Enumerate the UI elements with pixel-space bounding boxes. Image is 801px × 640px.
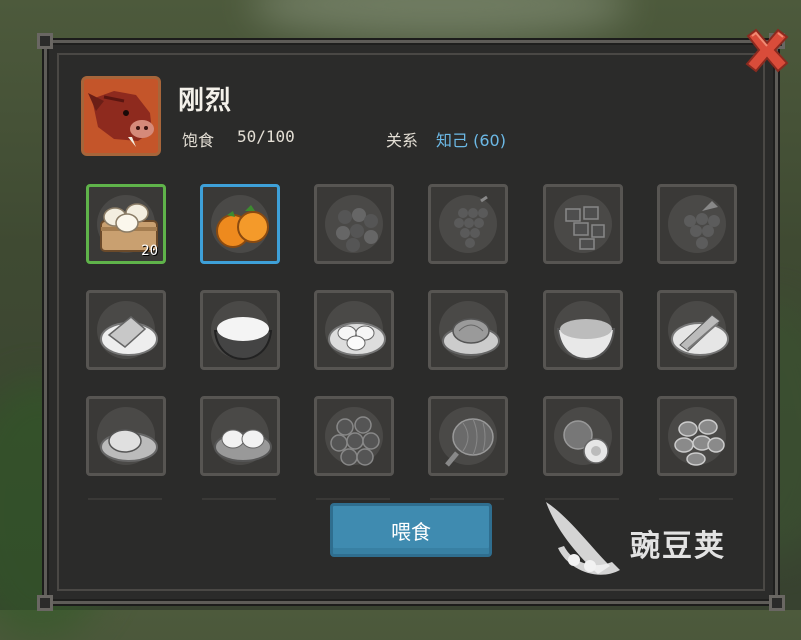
fish-plate-icon bbox=[671, 314, 729, 356]
close-button[interactable] bbox=[742, 26, 792, 76]
food-slot[interactable] bbox=[200, 184, 280, 264]
roast-leg-icon bbox=[445, 418, 494, 467]
divider bbox=[202, 498, 276, 500]
rice-bowl-icon bbox=[213, 317, 273, 361]
food-slot[interactable] bbox=[428, 396, 508, 476]
grapes-icon bbox=[454, 195, 488, 248]
flatbread-plate-icon bbox=[100, 316, 158, 356]
divider bbox=[316, 498, 390, 500]
satiety-label: 饱食 bbox=[182, 131, 215, 150]
food-slot[interactable] bbox=[314, 290, 394, 370]
food-slot[interactable] bbox=[657, 290, 737, 370]
grape-bunch-icon bbox=[684, 201, 720, 249]
food-slot[interactable] bbox=[314, 184, 394, 264]
feed-button[interactable]: 喂食 bbox=[330, 503, 492, 557]
bread-plate-icon bbox=[100, 429, 158, 462]
food-slot[interactable] bbox=[543, 396, 623, 476]
food-slot[interactable] bbox=[543, 184, 623, 264]
food-slot[interactable] bbox=[86, 396, 166, 476]
divider bbox=[659, 498, 733, 500]
feed-button-label: 喂食 bbox=[391, 519, 431, 544]
berries-icon bbox=[336, 208, 378, 252]
watermark-text: 豌豆荚 bbox=[630, 529, 726, 564]
watermark-logo bbox=[546, 502, 620, 575]
boar-icon bbox=[84, 79, 158, 153]
buns-plate-icon bbox=[214, 429, 272, 462]
panel-corner bbox=[37, 595, 53, 611]
cabbage-plate-icon bbox=[442, 318, 500, 356]
food-slot[interactable] bbox=[428, 184, 508, 264]
item-count: 20 bbox=[141, 243, 158, 259]
cookies-plate-icon bbox=[674, 419, 725, 466]
panel-corner bbox=[769, 595, 785, 611]
tangerine-icon bbox=[216, 205, 269, 248]
close-icon bbox=[745, 28, 789, 73]
food-slot[interactable] bbox=[200, 396, 280, 476]
sliced-fruit-icon bbox=[563, 420, 609, 464]
food-slot[interactable] bbox=[657, 396, 737, 476]
divider bbox=[430, 498, 504, 500]
relation-label: 关系 bbox=[386, 131, 419, 150]
pet-avatar bbox=[81, 76, 161, 156]
food-slot[interactable] bbox=[200, 290, 280, 370]
divider bbox=[88, 498, 162, 500]
background-sky bbox=[250, 0, 630, 40]
soup-bowl-icon bbox=[556, 319, 616, 361]
food-slot[interactable] bbox=[657, 184, 737, 264]
food-slot[interactable] bbox=[428, 290, 508, 370]
food-slot[interactable] bbox=[314, 396, 394, 476]
meatballs-plate-icon bbox=[330, 416, 380, 466]
food-slot[interactable]: 20 bbox=[86, 184, 166, 264]
food-slot[interactable] bbox=[86, 290, 166, 370]
dumplings-plate-icon bbox=[328, 322, 386, 356]
mixed-fruit-icon bbox=[565, 206, 605, 250]
satiety-value: 50/100 bbox=[237, 127, 295, 146]
relation-value: 知己 (60) bbox=[436, 131, 506, 150]
panel-corner bbox=[37, 33, 53, 49]
pet-name: 刚烈 bbox=[178, 86, 233, 116]
food-slot[interactable] bbox=[543, 290, 623, 370]
